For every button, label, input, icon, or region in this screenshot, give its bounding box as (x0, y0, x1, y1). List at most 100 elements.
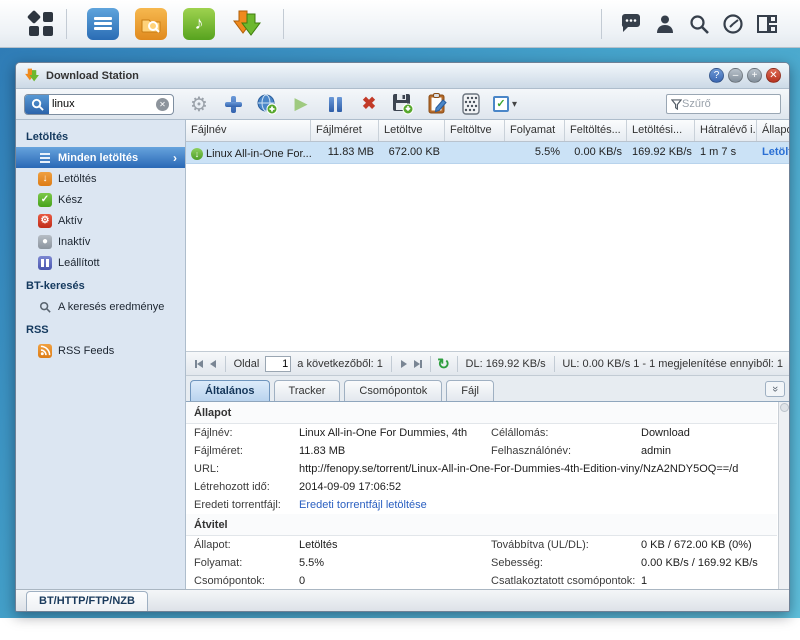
folder-search-icon (141, 14, 161, 34)
search-go-button[interactable] (25, 94, 49, 115)
sidebar-item-rss-feeds[interactable]: RSS Feeds (16, 340, 185, 361)
detail-row: Folyamat: 5.5% Sebesség: 0.00 KB/s / 169… (186, 554, 777, 572)
funnel-icon (671, 99, 682, 110)
music-app-icon[interactable]: ♪ (183, 8, 215, 40)
downloading-icon: ↓ (38, 172, 52, 186)
table-row[interactable]: ↓ Linux All-in-One For... 11.83 MB 672.0… (186, 142, 789, 164)
sidebar-item-active[interactable]: ⚙ Aktív (16, 210, 185, 231)
add-url-button[interactable] (252, 91, 282, 117)
window-titlebar[interactable]: Download Station ? – + ✕ (16, 63, 789, 89)
column-header-filesize[interactable]: Fájlméret (311, 120, 379, 141)
column-header-downloaded[interactable]: Letöltve (379, 120, 445, 141)
table-header: Fájlnév Fájlméret Letöltve Feltöltve Fol… (186, 120, 789, 142)
search-input[interactable] (49, 98, 156, 110)
tab-general[interactable]: Általános (190, 380, 270, 401)
sidebar-item-all-downloads[interactable]: Minden letöltés › (16, 147, 185, 168)
save-button[interactable] (388, 91, 418, 117)
cell-upload-speed: 0.00 KB/s (565, 142, 627, 163)
cell-uploaded (445, 142, 505, 163)
minimize-button[interactable]: – (728, 68, 743, 83)
sidebar-item-downloading[interactable]: ↓ Letöltés (16, 168, 185, 189)
filter-box (666, 94, 781, 114)
help-button[interactable]: ? (709, 68, 724, 83)
user-menu-button[interactable] (648, 9, 682, 39)
edit-button[interactable] (422, 91, 452, 117)
widgets-button[interactable] (750, 9, 784, 39)
clear-completed-button[interactable] (456, 91, 486, 117)
tab-tracker[interactable]: Tracker (274, 380, 341, 401)
prev-page-button[interactable] (206, 355, 220, 373)
detail-username: admin (641, 442, 769, 460)
system-health-button[interactable] (716, 9, 750, 39)
filter-input[interactable] (682, 98, 776, 110)
window-toolbar: ✕ ⚙ ▶ ✖ (16, 89, 789, 120)
resume-button[interactable]: ▶ (286, 91, 316, 117)
last-page-button[interactable] (411, 355, 425, 373)
sidebar-section-download: Letöltés (16, 124, 185, 147)
detail-progress: 5.5% (299, 554, 491, 572)
check-icon: ✓ (38, 193, 52, 207)
global-search-button[interactable] (682, 9, 716, 39)
download-list-panel: Fájlnév Fájlméret Letöltve Feltöltve Fol… (186, 120, 789, 589)
shredder-icon (461, 93, 481, 115)
detail-state: Letöltés (299, 536, 491, 554)
main-menu-icon[interactable] (28, 11, 54, 37)
sidebar-section-btsearch: BT-keresés (16, 273, 185, 296)
detail-row: Fájlméret: 11.83 MB Felhasználónév: admi… (186, 442, 777, 460)
refresh-icon[interactable]: ↻ (437, 355, 450, 373)
detail-filename: Linux All-in-One For Dummies, 4th (299, 424, 491, 442)
close-button[interactable]: ✕ (766, 68, 781, 83)
tab-peers[interactable]: Csomópontok (344, 380, 442, 401)
notifications-button[interactable] (614, 9, 648, 39)
details-scrollbar[interactable] (778, 402, 789, 589)
sidebar-item-paused[interactable]: Leállított (16, 252, 185, 273)
pause-button[interactable] (320, 91, 350, 117)
clear-search-icon[interactable]: ✕ (156, 98, 169, 111)
column-header-status[interactable]: Állapot (757, 120, 789, 141)
delete-button[interactable]: ✖ (354, 91, 384, 117)
add-button[interactable] (218, 91, 248, 117)
clipboard-edit-icon (427, 93, 448, 115)
collapse-panel-button[interactable]: » (765, 381, 785, 397)
settings-button[interactable]: ⚙ (184, 91, 214, 117)
sidebar: Letöltés Minden letöltés › ↓ Letöltés ✓ … (16, 120, 186, 589)
detail-connected-peers: 1 (641, 572, 769, 589)
sidebar-item-completed[interactable]: ✓ Kész (16, 189, 185, 210)
detail-created-time: 2014-09-09 17:06:52 (299, 478, 769, 496)
next-page-button[interactable] (397, 355, 411, 373)
detail-row: Állapot: Letöltés Továbbítva (UL/DL): 0 … (186, 536, 777, 554)
detail-peers: 0 (299, 572, 491, 589)
dl-speed-status: DL: 169.92 KB/s (466, 358, 546, 370)
column-header-time-left[interactable]: Hátralévő i... (695, 120, 757, 141)
first-page-button[interactable] (192, 355, 206, 373)
column-header-download-speed[interactable]: Letöltési... (627, 120, 695, 141)
page-number-input[interactable] (265, 356, 291, 372)
sidebar-item-search-results[interactable]: A keresés eredménye (16, 296, 185, 317)
column-header-uploaded[interactable]: Feltöltve (445, 120, 505, 141)
desktop-taskbar: ♪ (0, 0, 800, 48)
file-browser-icon[interactable] (135, 8, 167, 40)
details-tabbar: Általános Tracker Csomópontok Fájl » (186, 376, 789, 402)
column-header-upload-speed[interactable]: Feltöltés... (565, 120, 627, 141)
tab-file[interactable]: Fájl (446, 380, 494, 401)
bottom-tab-bt-http-ftp-nzb[interactable]: BT/HTTP/FTP/NZB (26, 591, 148, 611)
layout-icon (757, 14, 777, 34)
download-station-app-icon[interactable] (231, 8, 263, 40)
download-torrent-link[interactable]: Eredeti torrentfájl letöltése (299, 496, 769, 514)
sidebar-item-inactive[interactable]: ● Inaktív (16, 231, 185, 252)
column-header-progress[interactable]: Folyamat (505, 120, 565, 141)
cell-status: Letöltés (757, 142, 789, 163)
select-mode-button[interactable]: ✓ ▾ (490, 91, 520, 117)
column-header-filename[interactable]: Fájlnév (186, 120, 311, 141)
pagination-bar: Oldal a következőből: 1 ↻ DL: 169.92 KB/… (186, 351, 789, 376)
search-icon (31, 98, 44, 111)
detail-row: URL: http://fenopy.se/torrent/Linux-All-… (186, 460, 777, 478)
maximize-button[interactable]: + (747, 68, 762, 83)
checkbox-icon: ✓ (493, 96, 509, 112)
page-label: Oldal (234, 358, 260, 370)
rss-icon (38, 344, 52, 358)
detail-destination: Download (641, 424, 769, 442)
control-panel-icon[interactable] (87, 8, 119, 40)
cell-time-left: 1 m 7 s (695, 142, 757, 163)
desktop-background: Download Station ? – + ✕ ✕ ⚙ (0, 48, 800, 618)
